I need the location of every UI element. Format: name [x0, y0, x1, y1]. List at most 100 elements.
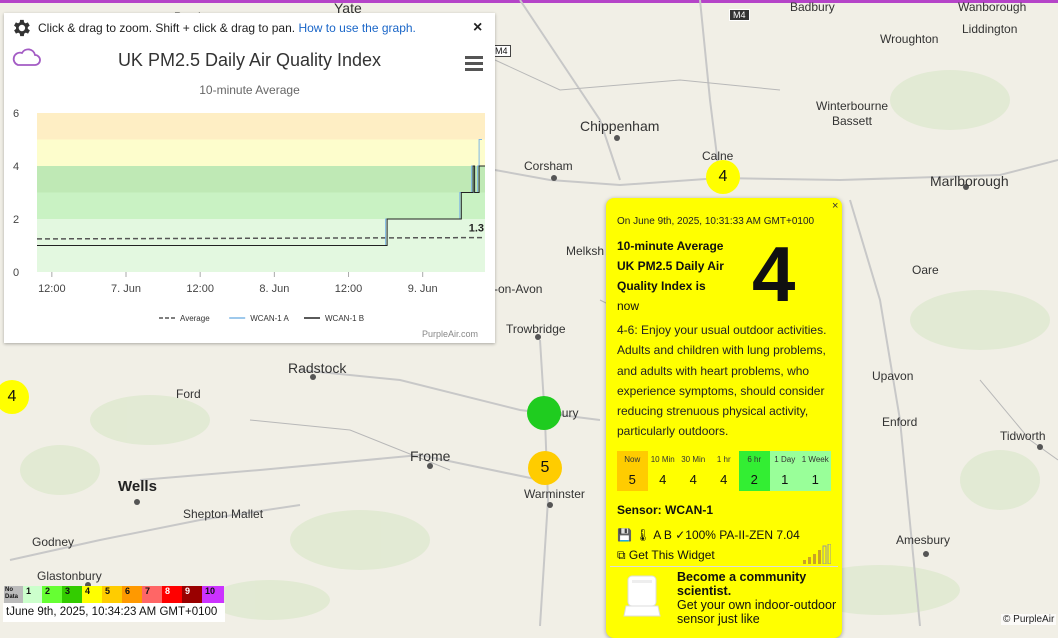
- popup-divider: [610, 566, 838, 567]
- place-label: Trowbridge: [506, 322, 566, 336]
- place-label: Bassett: [832, 114, 873, 128]
- popup-date: On June 9th, 2025, 10:31:33 AM GMT+0100: [617, 216, 815, 227]
- sensor-popup: × On June 9th, 2025, 10:31:33 AM GMT+010…: [606, 198, 842, 638]
- sensor-marker[interactable]: 4: [706, 160, 740, 194]
- history-table: Now 5 10 Min 4 30 Min 4 1 hr 4 6 hr 2 1 Day 1 1 Week…: [617, 451, 831, 491]
- get-widget-link[interactable]: ⧉ Get This Widget: [617, 548, 715, 563]
- place-label: Badbury: [790, 0, 835, 14]
- popup-description: 4-6: Enjoy your usual outdoor activities…: [617, 323, 827, 439]
- place-label: Radstock: [288, 360, 347, 376]
- x-tick-label: 7. Jun: [111, 283, 141, 295]
- place-label: Amesbury: [896, 533, 951, 547]
- get-widget-text: Get This Widget: [628, 548, 715, 562]
- place-label: Winterbourne: [816, 99, 889, 113]
- sensor-name: Sensor: WCAN-1: [617, 503, 714, 517]
- history-cell-label: 6 hr: [747, 455, 762, 464]
- sensor-marker[interactable]: 5: [528, 451, 562, 485]
- legend-cell: 2: [42, 586, 62, 603]
- last-value-label: 1.3: [469, 223, 484, 235]
- chart-credit[interactable]: PurpleAir.com: [422, 329, 478, 339]
- history-cell-label: 10 Min: [650, 455, 675, 464]
- history-cell-label: Now: [624, 455, 641, 464]
- y-tick-label: 2: [13, 214, 19, 226]
- road-label: M4: [729, 9, 750, 21]
- copy-icon: ⧉: [617, 548, 626, 562]
- popup-heading: 10-minute Average UK PM2.5 Daily Air Qua…: [617, 236, 737, 316]
- history-cell-value: 4: [659, 472, 667, 487]
- place-label: -on-Avon: [494, 282, 543, 296]
- popup-aqi-value: 4: [752, 230, 796, 318]
- place-label: Chippenham: [580, 118, 660, 134]
- legend-cell: 3: [62, 586, 82, 603]
- map-attribution[interactable]: © PurpleAir: [1001, 614, 1057, 625]
- history-cell-value: 4: [720, 472, 728, 487]
- legend-cell: 9: [182, 586, 202, 603]
- legend-cell: 7: [142, 586, 162, 603]
- legend-nodata: No Data: [4, 586, 23, 603]
- signal-strength-icon: [803, 544, 831, 564]
- x-tick-label: 12:00: [335, 283, 363, 295]
- place-label: Warminster: [524, 487, 585, 501]
- legend-cell: 1: [23, 586, 42, 603]
- history-cell: Now 5: [617, 451, 648, 491]
- place-label: Upavon: [872, 369, 914, 383]
- x-tick-label: 12:00: [186, 283, 214, 295]
- history-cell-value: 1: [781, 472, 789, 487]
- history-cell-label: 30 Min: [681, 455, 706, 464]
- place-label: Liddington: [962, 22, 1018, 36]
- x-tick-label: 9. Jun: [408, 283, 438, 295]
- chart-band: [37, 166, 485, 193]
- place-label: Wanborough: [958, 0, 1027, 14]
- history-cell: 30 Min 4: [678, 451, 709, 491]
- chart-plot[interactable]: 0 2 4 6 12:00 7. Jun 12:00 8. Jun 12:00 9. Jun 1.3…: [4, 13, 495, 343]
- place-label: Ford: [176, 387, 201, 401]
- aqi-legend: No Data 1 2 3 4 5 6 7 8 9 10: [4, 586, 224, 603]
- history-cell: 1 hr 4: [708, 451, 739, 491]
- map-timestamp: tJune 9th, 2025, 10:34:23 AM GMT+0100: [3, 603, 225, 622]
- place-label: Tidworth: [1000, 429, 1046, 443]
- place-label: Wroughton: [880, 32, 939, 46]
- history-cell-value: 2: [750, 472, 758, 487]
- sensor-marker[interactable]: [527, 396, 561, 430]
- legend-cell: 4: [82, 586, 102, 603]
- place-label: Enford: [882, 415, 918, 429]
- legend-cell: 8: [162, 586, 182, 603]
- place-label: Corsham: [524, 159, 573, 173]
- history-cell-label: 1 Day: [774, 455, 796, 464]
- place-label: Glastonbury: [37, 569, 102, 583]
- chart-band: [37, 139, 485, 166]
- history-cell-value: 5: [628, 472, 636, 487]
- promo-title[interactable]: Become a community scientist.: [677, 570, 837, 598]
- popup-close-button[interactable]: ×: [832, 200, 838, 212]
- x-tick-label: 12:00: [38, 283, 66, 295]
- history-cell: 10 Min 4: [647, 451, 678, 491]
- place-label: Shepton Mallet: [183, 507, 264, 521]
- history-cell-label: 1 hr: [716, 455, 731, 464]
- sensor-info: 💾 🌡 A B ✓100% PA-II-ZEN 7.04: [617, 528, 800, 542]
- y-tick-label: 4: [13, 161, 19, 173]
- legend-label: WCAN-1 A: [250, 314, 289, 323]
- chart-band: [37, 192, 485, 219]
- legend-cell: 6: [122, 586, 142, 603]
- chart-panel: Click & drag to zoom. Shift + click & dr…: [4, 13, 495, 343]
- legend-cell: 5: [102, 586, 122, 603]
- place-label: Oare: [912, 263, 939, 277]
- popup-heading-text: 10-minute Average UK PM2.5 Daily Air Qua…: [617, 239, 724, 293]
- history-cell: 6 hr 2: [739, 451, 770, 491]
- legend-label: WCAN-1 B: [325, 314, 364, 323]
- history-cell-value: 1: [811, 472, 819, 487]
- place-label: Wells: [118, 478, 157, 495]
- place-label: Godney: [32, 535, 75, 549]
- x-tick-label: 8. Jun: [259, 283, 289, 295]
- place-label: Melksh: [566, 244, 605, 258]
- promo-text: Get your own indoor-outdoor sensor just …: [677, 598, 837, 626]
- legend-label: Average: [180, 314, 210, 323]
- history-cell-value: 4: [689, 472, 697, 487]
- history-cell: 1 Week 1: [800, 451, 831, 491]
- sensor-device-icon: [623, 575, 661, 617]
- legend-cell: 10: [202, 586, 224, 603]
- y-tick-label: 6: [13, 108, 19, 120]
- place-label: Marlborough: [930, 173, 1009, 189]
- place-label: Frome: [410, 448, 451, 464]
- floppy-icon[interactable]: 💾: [617, 528, 632, 542]
